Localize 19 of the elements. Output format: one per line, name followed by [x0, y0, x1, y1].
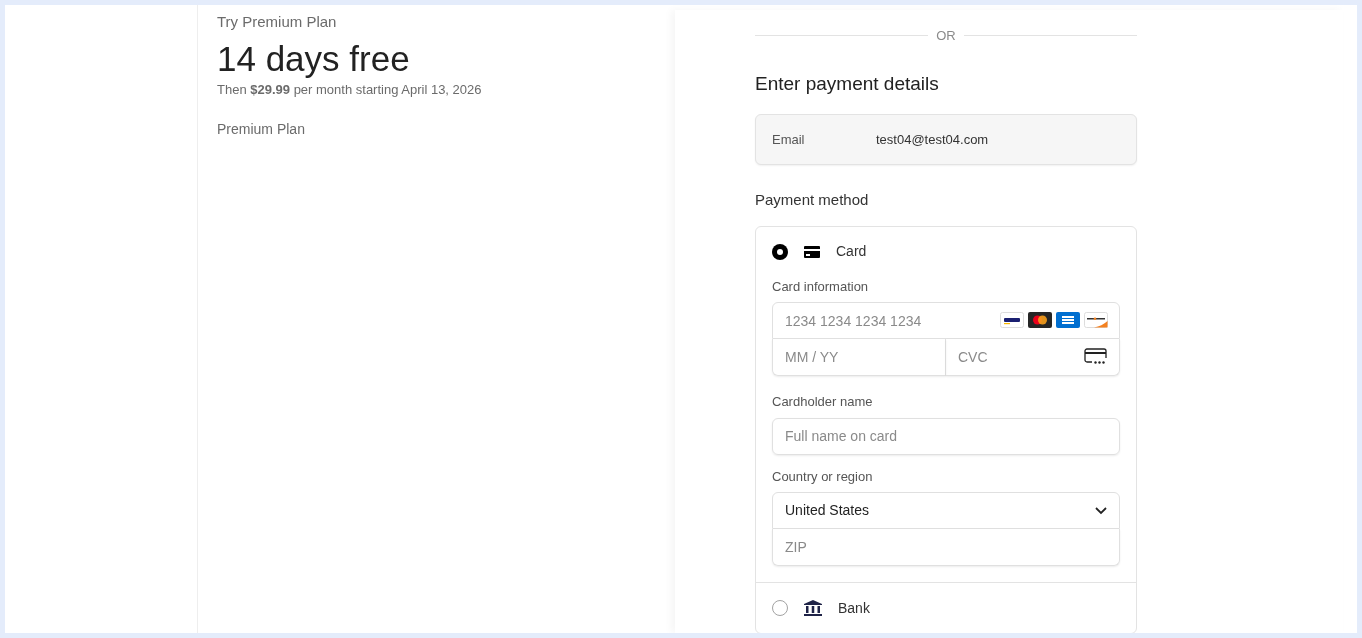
card-number-field[interactable]: 1234 1234 1234 1234 — [772, 302, 1120, 339]
pricing-text: Then $29.99 per month starting April 13, 2026 — [217, 80, 482, 99]
email-value: test04@test04.com — [876, 130, 989, 149]
country-select[interactable]: United States — [772, 492, 1120, 529]
plan-name: Premium Plan — [217, 120, 305, 139]
field-label: Country or region — [772, 467, 874, 486]
section-title: Enter payment details — [755, 71, 940, 96]
divider-label: OR — [936, 27, 956, 45]
payment-method-option[interactable]: Card — [756, 226, 1136, 277]
section-subtitle: Payment method — [755, 190, 870, 210]
trial-headline: 14 days free — [217, 37, 410, 80]
field-label: Card information — [772, 277, 870, 296]
email-label: Email — [772, 130, 806, 149]
zip-field[interactable]: ZIP — [772, 529, 1120, 566]
cardholder-name-field[interactable]: Full name on card — [772, 417, 1120, 455]
expiry-field[interactable]: MM / YY — [772, 339, 946, 376]
payment-method-option[interactable]: Bank — [756, 583, 1136, 633]
field-label: Cardholder name — [772, 393, 874, 411]
plan-eyebrow: Try Premium Plan — [217, 12, 337, 32]
